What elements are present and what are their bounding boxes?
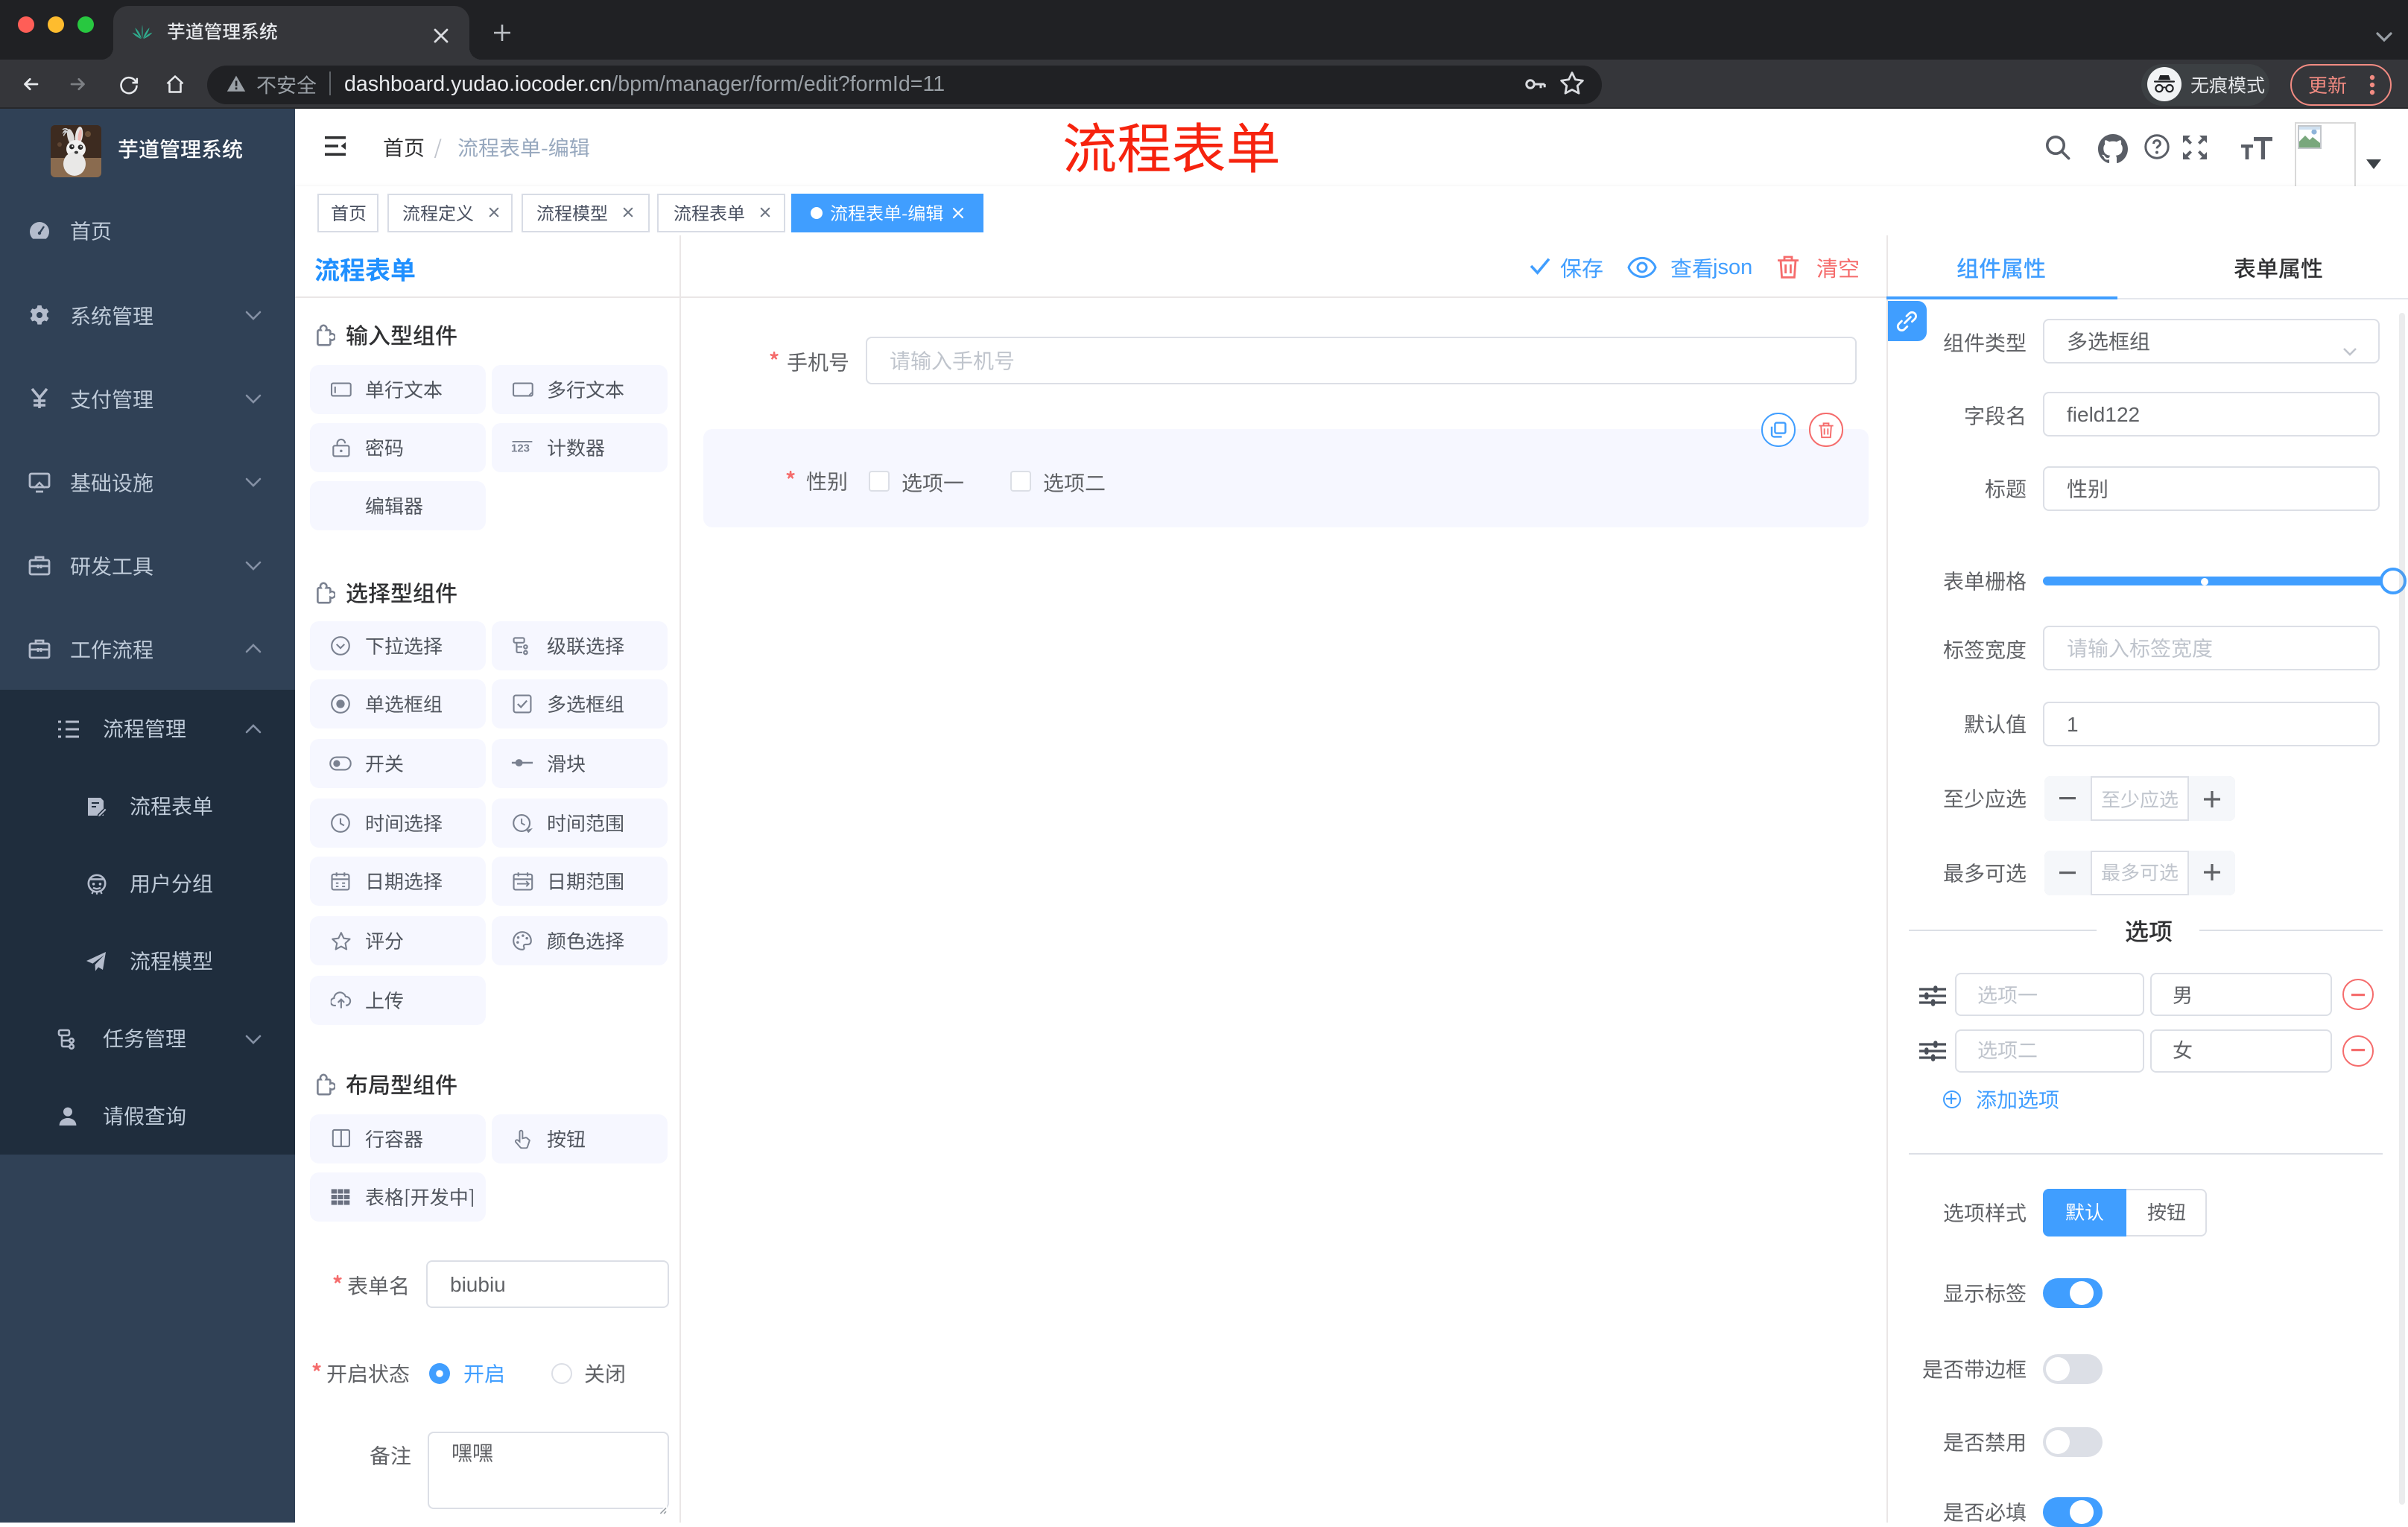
svg-text:123: 123 <box>510 442 529 454</box>
